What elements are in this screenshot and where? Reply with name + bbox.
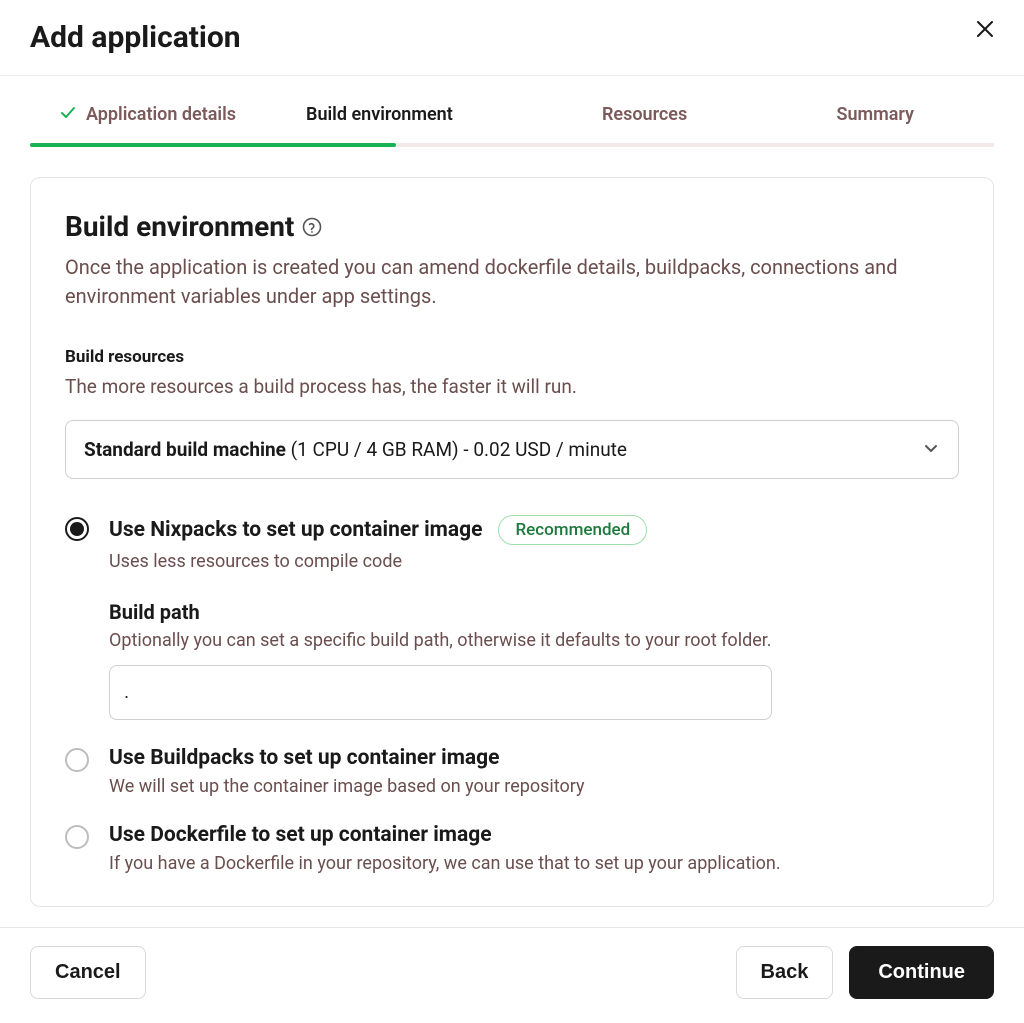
close-icon bbox=[976, 20, 994, 38]
option-description: Uses less resources to compile code bbox=[109, 551, 959, 572]
select-value: Standard build machine (1 CPU / 4 GB RAM… bbox=[84, 438, 627, 461]
help-icon[interactable] bbox=[302, 217, 322, 241]
step-resources[interactable]: Resources bbox=[453, 104, 837, 143]
build-environment-card: Build environment Once the application i… bbox=[30, 177, 994, 907]
option-nixpacks: Use Nixpacks to set up container image R… bbox=[65, 515, 959, 720]
modal-title: Add application bbox=[30, 20, 241, 55]
step-application-details[interactable]: Application details bbox=[60, 104, 236, 143]
option-description: We will set up the container image based… bbox=[109, 776, 959, 797]
build-path-description: Optionally you can set a specific build … bbox=[109, 630, 959, 651]
stepper-progress bbox=[30, 143, 396, 147]
option-buildpacks: Use Buildpacks to set up container image… bbox=[65, 746, 959, 797]
build-path-label: Build path bbox=[109, 600, 959, 624]
radio-buildpacks[interactable] bbox=[65, 748, 89, 772]
step-label: Summary bbox=[836, 104, 914, 125]
radio-dockerfile[interactable] bbox=[65, 825, 89, 849]
build-path-field: Build path Optionally you can set a spec… bbox=[109, 600, 959, 720]
radio-nixpacks[interactable] bbox=[65, 517, 89, 541]
modal-footer: Cancel Back Continue bbox=[0, 927, 1024, 1023]
section-title: Build environment bbox=[65, 210, 294, 243]
step-label: Application details bbox=[86, 104, 236, 125]
close-button[interactable] bbox=[976, 20, 994, 38]
step-build-environment[interactable]: Build environment bbox=[306, 104, 453, 143]
option-dockerfile: Use Dockerfile to set up container image… bbox=[65, 823, 959, 874]
option-title: Use Dockerfile to set up container image bbox=[109, 823, 959, 847]
back-button[interactable]: Back bbox=[736, 946, 834, 999]
modal-header: Add application bbox=[0, 0, 1024, 76]
content-area: Build environment Once the application i… bbox=[0, 147, 1024, 927]
step-summary[interactable]: Summary bbox=[836, 104, 914, 143]
build-machine-select[interactable]: Standard build machine (1 CPU / 4 GB RAM… bbox=[65, 420, 959, 479]
step-label: Build environment bbox=[306, 104, 453, 125]
section-description: Once the application is created you can … bbox=[65, 253, 959, 311]
cancel-button[interactable]: Cancel bbox=[30, 946, 146, 999]
step-label: Resources bbox=[602, 104, 687, 125]
stepper: Application details Build environment Re… bbox=[0, 76, 1024, 147]
recommended-badge: Recommended bbox=[498, 515, 647, 545]
build-path-input[interactable] bbox=[109, 665, 772, 720]
check-icon bbox=[60, 105, 76, 125]
build-method-radio-group: Use Nixpacks to set up container image R… bbox=[65, 515, 959, 874]
build-resources-title: Build resources bbox=[65, 347, 959, 367]
continue-button[interactable]: Continue bbox=[849, 946, 994, 999]
option-title: Use Buildpacks to set up container image bbox=[109, 746, 959, 770]
chevron-down-icon bbox=[922, 439, 940, 461]
build-resources-description: The more resources a build process has, … bbox=[65, 375, 959, 398]
option-title: Use Nixpacks to set up container image bbox=[109, 518, 482, 542]
option-description: If you have a Dockerfile in your reposit… bbox=[109, 853, 959, 874]
